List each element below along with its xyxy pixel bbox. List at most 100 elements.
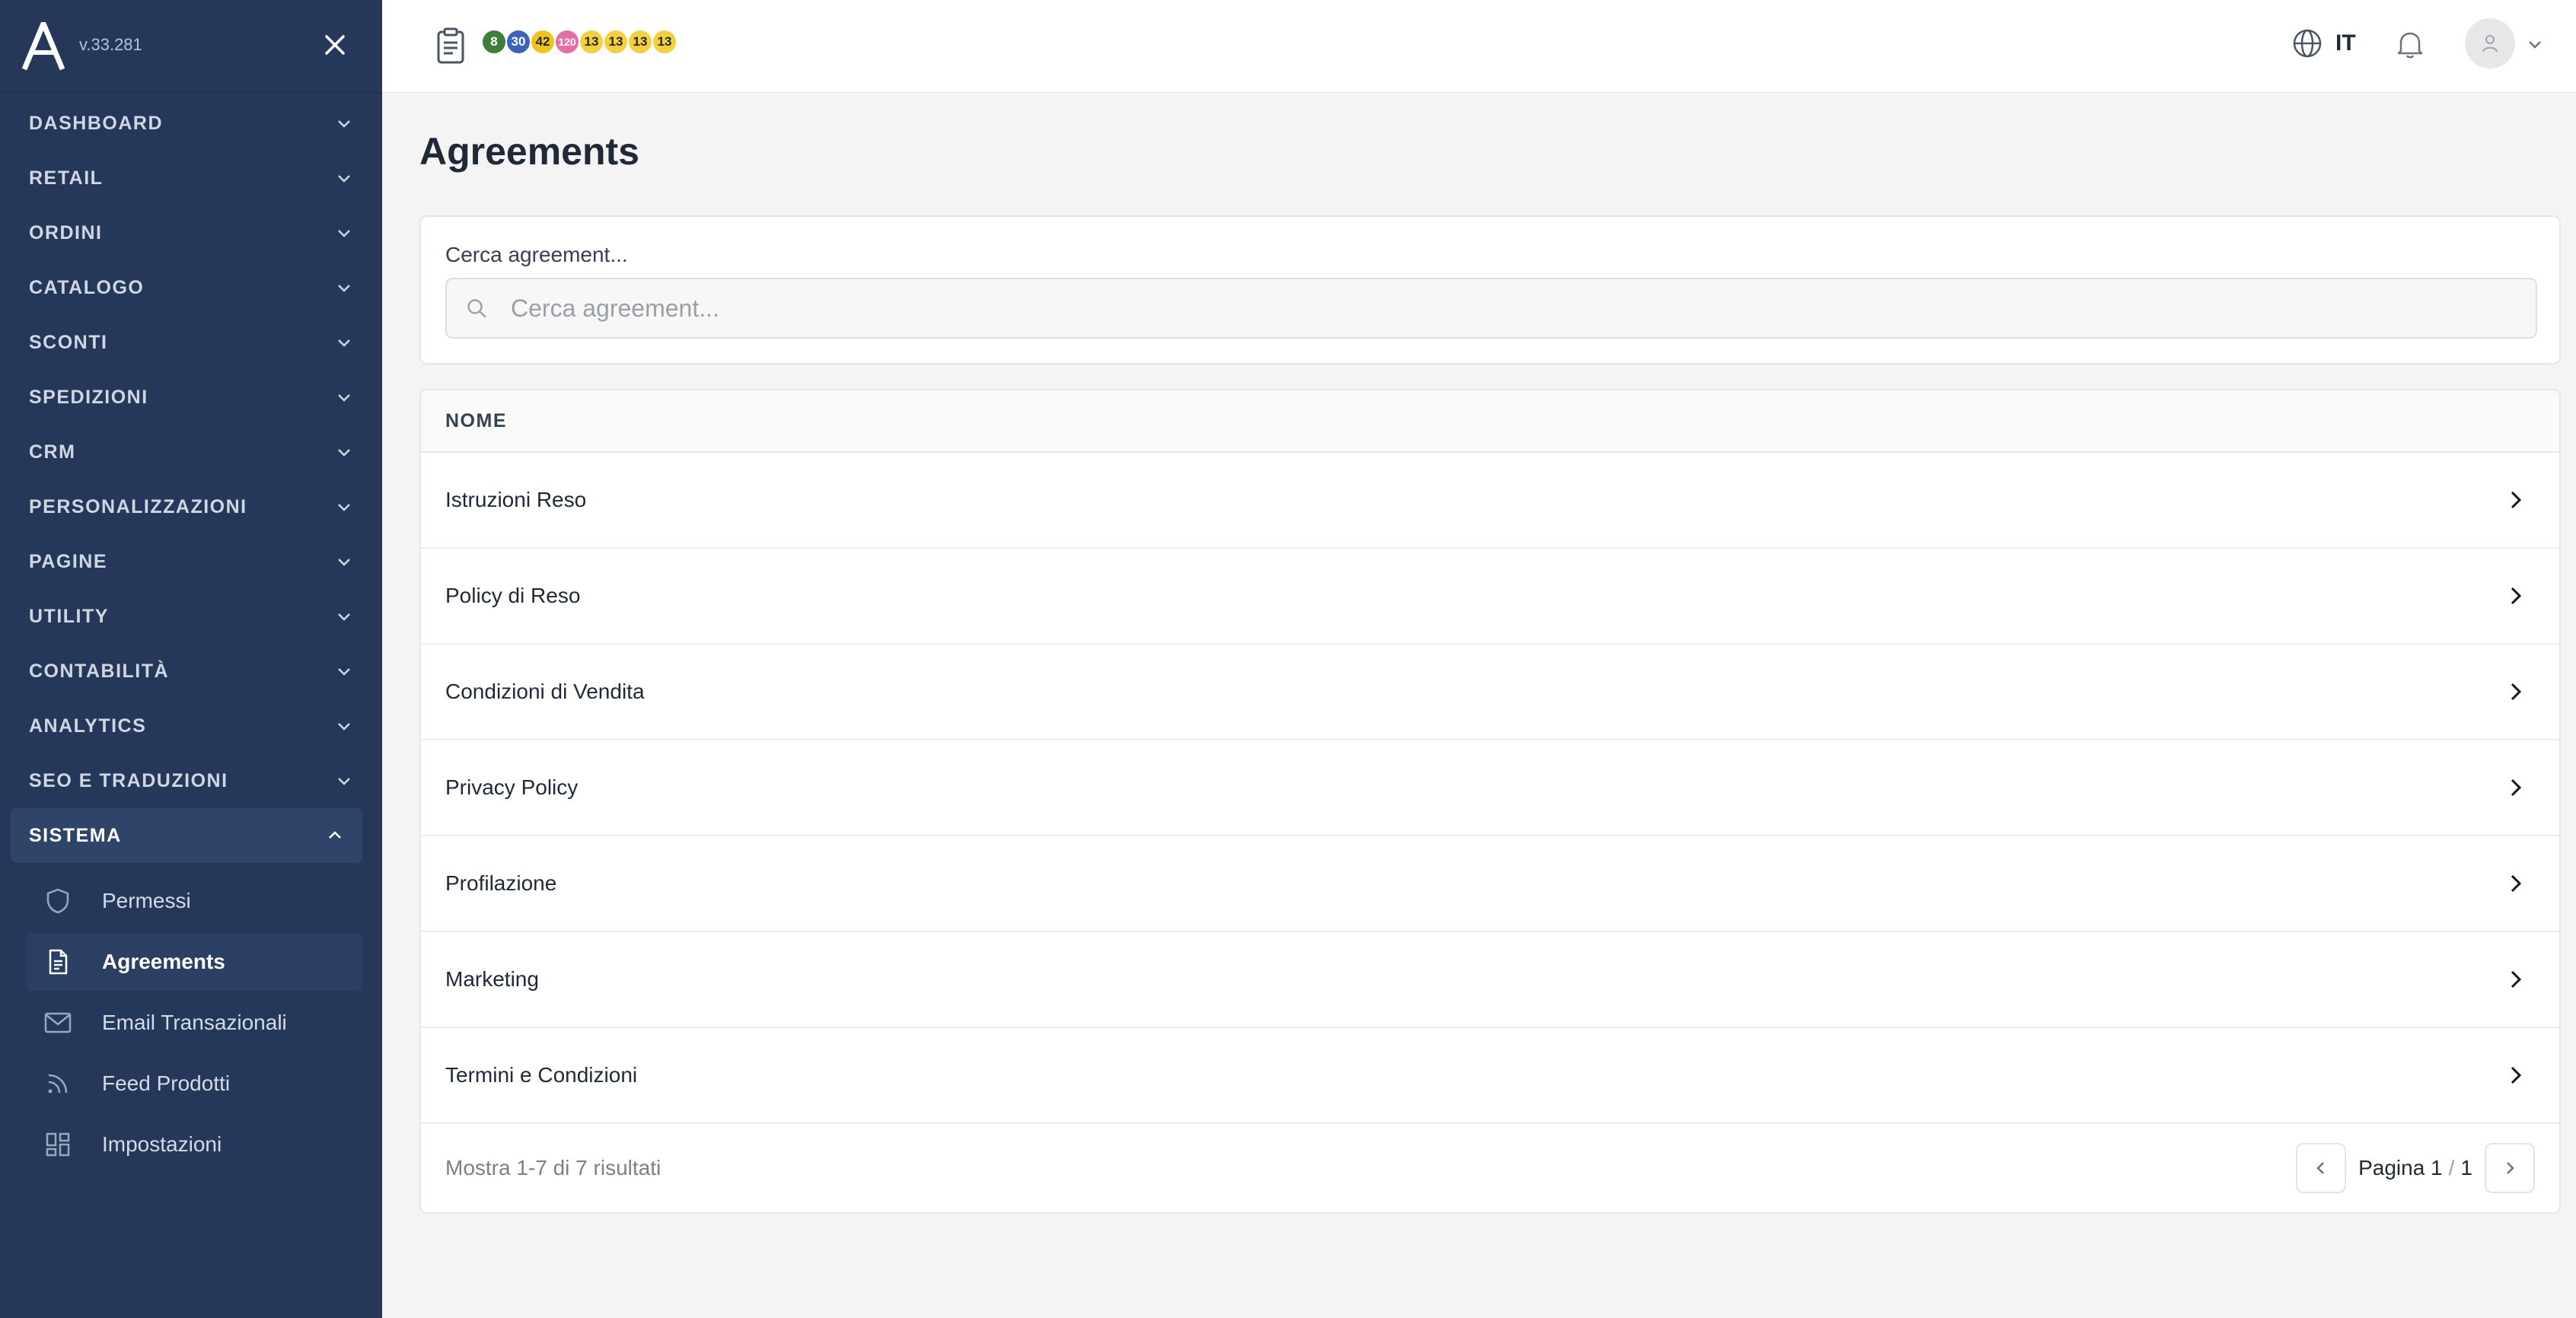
sidebar-subitem-label: Feed Prodotti	[102, 1071, 231, 1095]
sidebar-item-sconti[interactable]: SCONTI	[0, 315, 382, 370]
bell-icon[interactable]	[2392, 26, 2428, 62]
chevron-down-icon	[338, 504, 350, 511]
chevron-down-icon	[338, 723, 350, 731]
row-name: Policy di Reso	[445, 584, 581, 607]
document-icon	[43, 947, 73, 977]
search-card: Cerca agreement...	[419, 215, 2561, 365]
status-badge[interactable]: 30	[505, 29, 531, 55]
sidebar-item-label: ANALYTICS	[29, 715, 147, 737]
table-row[interactable]: Termini e Condizioni	[421, 1028, 2559, 1124]
page-current: Pagina 1	[2358, 1156, 2443, 1180]
sidebar-item-crm[interactable]: CRM	[0, 425, 382, 479]
sidebar-item-retail[interactable]: RETAIL	[0, 151, 382, 205]
search-box[interactable]	[445, 278, 2537, 339]
page-title: Agreements	[419, 130, 639, 173]
chevron-right-icon	[2511, 778, 2522, 797]
chevron-down-icon	[338, 449, 350, 457]
sidebar-item-label: CATALOGO	[29, 276, 145, 298]
sidebar-item-utility[interactable]: UTILITY	[0, 589, 382, 644]
table-row[interactable]: Istruzioni Reso	[421, 453, 2559, 549]
sidebar-item-label: PERSONALIZZAZIONI	[29, 495, 247, 517]
chevron-down-icon	[338, 175, 350, 183]
rss-icon	[43, 1068, 73, 1099]
page-indicator: Pagina 1/1	[2358, 1156, 2472, 1180]
table-row[interactable]: Marketing	[421, 932, 2559, 1028]
sidebar-item-ordini[interactable]: ORDINI	[0, 205, 382, 260]
chevron-down-icon	[338, 285, 350, 292]
page-total: 1	[2460, 1156, 2472, 1180]
chevron-up-icon	[329, 831, 341, 839]
status-badge[interactable]: 13	[603, 29, 629, 55]
sidebar-subitem-email-transazionali[interactable]: Email Transazionali	[26, 994, 362, 1052]
sidebar-item-label: SISTEMA	[29, 824, 122, 846]
sidebar-item-label: UTILITY	[29, 605, 109, 627]
status-badge[interactable]: 8	[481, 29, 507, 55]
language-selector[interactable]: IT	[2291, 27, 2356, 59]
status-badge[interactable]: 120	[554, 29, 580, 55]
prev-page-button[interactable]	[2296, 1143, 2347, 1193]
results-count: Mostra 1-7 di 7 risultati	[445, 1156, 662, 1180]
chevron-right-icon	[2507, 1162, 2514, 1174]
globe-icon	[2293, 29, 2322, 58]
chevron-down-icon[interactable]	[2524, 33, 2546, 55]
chevron-down-icon	[338, 778, 350, 785]
sidebar-subitem-label: Impostazioni	[102, 1132, 222, 1156]
chevron-right-icon	[2511, 683, 2522, 701]
status-badge[interactable]: 13	[652, 29, 677, 55]
clipboard-icon[interactable]	[431, 26, 470, 65]
sidebar-item-pagine[interactable]: PAGINE	[0, 534, 382, 589]
chevron-down-icon	[338, 120, 350, 128]
sidebar-item-label: SPEDIZIONI	[29, 386, 148, 408]
sidebar-subitem-permessi[interactable]: Permessi	[26, 872, 362, 930]
status-badge[interactable]: 13	[627, 29, 653, 55]
chevron-right-icon	[2511, 970, 2522, 988]
sidebar-item-spedizioni[interactable]: SPEDIZIONI	[0, 370, 382, 425]
table-row[interactable]: Condizioni di Vendita	[421, 645, 2559, 740]
sidebar-item-contabilita[interactable]: CONTABILITÀ	[0, 644, 382, 699]
chevron-down-icon	[338, 559, 350, 566]
row-name: Istruzioni Reso	[445, 488, 587, 511]
chevron-right-icon	[2511, 1066, 2522, 1084]
close-icon	[325, 35, 345, 55]
sidebar-subitem-impostazioni[interactable]: Impostazioni	[26, 1116, 362, 1173]
search-icon	[467, 299, 486, 318]
sidebar-subitem-label: Permessi	[102, 889, 191, 912]
row-name: Privacy Policy	[445, 775, 579, 799]
table-row[interactable]: Profilazione	[421, 836, 2559, 932]
app-logo[interactable]	[21, 21, 65, 71]
shield-icon	[43, 886, 73, 916]
sidebar-item-catalogo[interactable]: CATALOGO	[0, 260, 382, 315]
sidebar-item-label: RETAIL	[29, 167, 104, 189]
status-badges: 8 30 42 120 13 13 13 13	[481, 29, 677, 55]
search-label: Cerca agreement...	[445, 243, 628, 266]
sidebar-item-label: DASHBOARD	[29, 112, 163, 134]
sidebar-subitem-agreements[interactable]: Agreements	[26, 933, 362, 991]
row-name: Termini e Condizioni	[445, 1063, 638, 1087]
grid-icon	[43, 1129, 73, 1160]
row-name: Condizioni di Vendita	[445, 680, 645, 703]
sidebar-item-sistema[interactable]: SISTEMA	[11, 808, 362, 863]
app-version: v.33.281	[79, 34, 142, 54]
next-page-button[interactable]	[2485, 1143, 2535, 1193]
sidebar-item-dashboard[interactable]: DASHBOARD	[0, 96, 382, 151]
sidebar-item-analytics[interactable]: ANALYTICS	[0, 699, 382, 753]
status-badge[interactable]: 42	[530, 29, 556, 55]
sidebar-item-label: PAGINE	[29, 550, 107, 572]
chevron-right-icon	[2511, 491, 2522, 509]
column-header-nome[interactable]: NOME	[421, 390, 2559, 453]
close-sidebar-button[interactable]	[318, 28, 352, 62]
avatar[interactable]	[2465, 18, 2515, 68]
topbar	[382, 0, 2576, 93]
sidebar-subitem-feed-prodotti[interactable]: Feed Prodotti	[26, 1055, 362, 1113]
chevron-down-icon	[338, 339, 350, 347]
sidebar: v.33.281 DASHBOARD RETAIL ORDINI CATALOG…	[0, 0, 382, 1318]
search-input[interactable]	[511, 294, 2490, 323]
table-row[interactable]: Privacy Policy	[421, 740, 2559, 836]
sidebar-item-label: CONTABILITÀ	[29, 660, 170, 682]
sidebar-item-seo-traduzioni[interactable]: SEO E TRADUZIONI	[0, 753, 382, 808]
table-row[interactable]: Policy di Reso	[421, 549, 2559, 645]
sidebar-item-label: SEO E TRADUZIONI	[29, 769, 228, 791]
status-badge[interactable]: 13	[579, 29, 604, 55]
sidebar-subitem-label: Agreements	[102, 950, 225, 973]
sidebar-item-personalizzazioni[interactable]: PERSONALIZZAZIONI	[0, 479, 382, 534]
